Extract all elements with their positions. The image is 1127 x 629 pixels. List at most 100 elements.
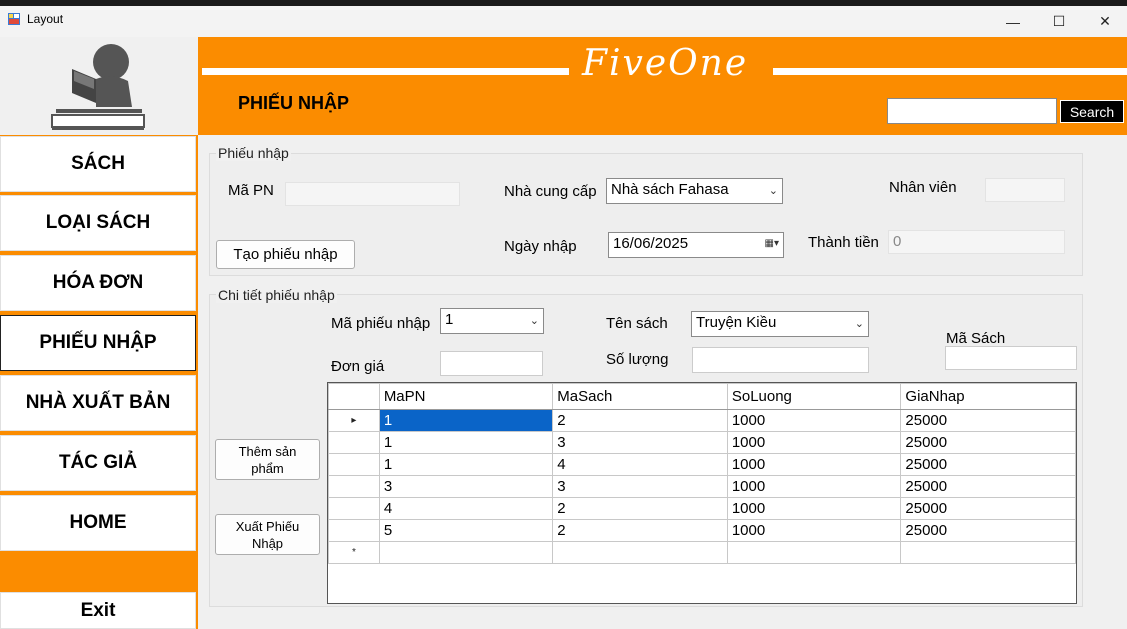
new-row[interactable]: *: [328, 541, 1076, 564]
brand-title: FiveOne: [582, 43, 749, 84]
price-field[interactable]: [440, 351, 543, 376]
reading-child-logo-icon: [51, 44, 145, 130]
table-cell[interactable]: [900, 541, 1076, 564]
table-cell[interactable]: 25000: [900, 519, 1076, 542]
page-title: PHIẾU NHẬP: [238, 93, 350, 113]
table-cell[interactable]: 3: [378, 475, 554, 498]
supplier-select[interactable]: Nhà sách Fahasa ⌄: [606, 178, 783, 204]
receipt-id-label: Mã phiếu nhập: [331, 315, 431, 332]
table-cell[interactable]: 25000: [900, 431, 1076, 454]
nav-loai-sach-button[interactable]: LOẠI SÁCH: [0, 195, 196, 251]
total-label: Thành tiền: [808, 234, 879, 251]
table-cell[interactable]: 1: [378, 409, 554, 432]
date-value: 16/06/2025: [613, 235, 689, 252]
row-header[interactable]: [328, 431, 380, 454]
table-cell[interactable]: 2: [552, 409, 728, 432]
quantity-field[interactable]: [692, 347, 869, 373]
logo-area: [0, 37, 198, 135]
table-cell[interactable]: 1000: [726, 519, 902, 542]
date-picker[interactable]: 16/06/2025 ▦▾: [608, 232, 784, 258]
table-cell[interactable]: 3: [552, 431, 728, 454]
column-header-mapn[interactable]: MaPN: [378, 383, 554, 410]
table-cell[interactable]: 1000: [726, 497, 902, 520]
table-cell[interactable]: 25000: [900, 453, 1076, 476]
receipt-group-label: Phiếu nhập: [216, 145, 291, 161]
chevron-down-icon: ⌄: [529, 315, 539, 327]
close-button[interactable]: ✕: [1082, 6, 1127, 37]
book-id-field[interactable]: [945, 346, 1077, 370]
table-cell[interactable]: [552, 541, 728, 564]
employee-label: Nhân viên: [889, 179, 957, 196]
employee-field[interactable]: [985, 178, 1065, 202]
table-row[interactable]: 5 2 1000 25000: [328, 519, 1076, 542]
table-cell[interactable]: 1000: [726, 409, 902, 432]
supplier-label: Nhà cung cấp: [504, 183, 597, 200]
row-header-current[interactable]: ▸: [328, 409, 380, 432]
receipt-id-value: 1: [445, 311, 454, 328]
column-header-gianhap[interactable]: GiaNhap: [900, 383, 1076, 410]
search-button[interactable]: Search: [1060, 100, 1124, 123]
export-receipt-button[interactable]: Xuất Phiếu Nhập: [215, 514, 320, 555]
row-header-new[interactable]: *: [328, 541, 380, 564]
row-header[interactable]: [328, 519, 380, 542]
maximize-button[interactable]: ☐: [1036, 6, 1082, 37]
ma-pn-label: Mã PN: [228, 182, 274, 199]
table-cell[interactable]: 4: [378, 497, 554, 520]
nav-tac-gia-button[interactable]: TÁC GIẢ: [0, 435, 196, 491]
table-cell[interactable]: 25000: [900, 475, 1076, 498]
ma-pn-field[interactable]: [285, 182, 460, 206]
table-cell[interactable]: 3: [552, 475, 728, 498]
table-cell[interactable]: 5: [378, 519, 554, 542]
create-receipt-button[interactable]: Tạo phiếu nhập: [216, 240, 355, 269]
window-title: Layout: [27, 12, 64, 26]
table-row[interactable]: 1 4 1000 25000: [328, 453, 1076, 476]
table-row[interactable]: 4 2 1000 25000: [328, 497, 1076, 520]
table-cell[interactable]: 4: [552, 453, 728, 476]
table-cell[interactable]: 1: [378, 453, 554, 476]
table-cell[interactable]: 2: [552, 497, 728, 520]
app-icon: [8, 13, 20, 25]
price-label: Đơn giá: [331, 358, 385, 375]
table-cell[interactable]: 1000: [726, 453, 902, 476]
nav-nha-xuat-ban-button[interactable]: NHÀ XUẤT BẢN: [0, 375, 196, 431]
book-id-label: Mã Sách: [946, 330, 1006, 347]
nav-home-button[interactable]: HOME: [0, 495, 196, 551]
table-cell[interactable]: 1: [378, 431, 554, 454]
receipt-detail-grid[interactable]: MaPN MaSach SoLuong GiaNhap ▸ 1 2 1000 2…: [327, 382, 1077, 604]
table-cell[interactable]: 2: [552, 519, 728, 542]
calendar-icon[interactable]: ▦▾: [765, 238, 779, 249]
table-cell[interactable]: 1000: [726, 475, 902, 498]
nav-sach-button[interactable]: SÁCH: [0, 136, 196, 192]
table-cell[interactable]: 1000: [726, 431, 902, 454]
supplier-value: Nhà sách Fahasa: [611, 181, 729, 198]
table-row[interactable]: ▸ 1 2 1000 25000: [328, 409, 1076, 432]
table-row[interactable]: 1 3 1000 25000: [328, 431, 1076, 454]
receipt-id-select[interactable]: 1 ⌄: [440, 308, 544, 334]
minimize-button[interactable]: —: [990, 6, 1036, 37]
title-bar: Layout — ☐ ✕: [0, 0, 1127, 37]
date-label: Ngày nhập: [504, 238, 577, 255]
row-header[interactable]: [328, 453, 380, 476]
row-header[interactable]: [328, 497, 380, 520]
total-field: 0: [888, 230, 1065, 254]
header-banner: FiveOne PHIẾU NHẬP Search: [198, 37, 1127, 135]
header-divider-right: [773, 68, 1127, 75]
grid-corner-cell: [328, 383, 380, 410]
table-cell[interactable]: 25000: [900, 409, 1076, 432]
book-name-value: Truyện Kiều: [696, 314, 777, 331]
chevron-down-icon: ⌄: [768, 185, 778, 197]
row-header[interactable]: [328, 475, 380, 498]
search-input[interactable]: [887, 98, 1057, 124]
nav-phieu-nhap-button[interactable]: PHIẾU NHẬP: [0, 315, 196, 371]
add-product-button[interactable]: Thêm sản phẩm: [215, 439, 320, 480]
book-name-select[interactable]: Truyện Kiều ⌄: [691, 311, 869, 337]
column-header-masach[interactable]: MaSach: [552, 383, 728, 410]
detail-group-label: Chi tiết phiếu nhập: [216, 287, 337, 303]
table-row[interactable]: 3 3 1000 25000: [328, 475, 1076, 498]
nav-exit-button[interactable]: Exit: [0, 592, 196, 629]
table-cell[interactable]: 25000: [900, 497, 1076, 520]
nav-hoa-don-button[interactable]: HÓA ĐƠN: [0, 255, 196, 311]
column-header-soluong[interactable]: SoLuong: [726, 383, 902, 410]
table-cell[interactable]: [726, 541, 902, 564]
table-cell[interactable]: [378, 541, 554, 564]
